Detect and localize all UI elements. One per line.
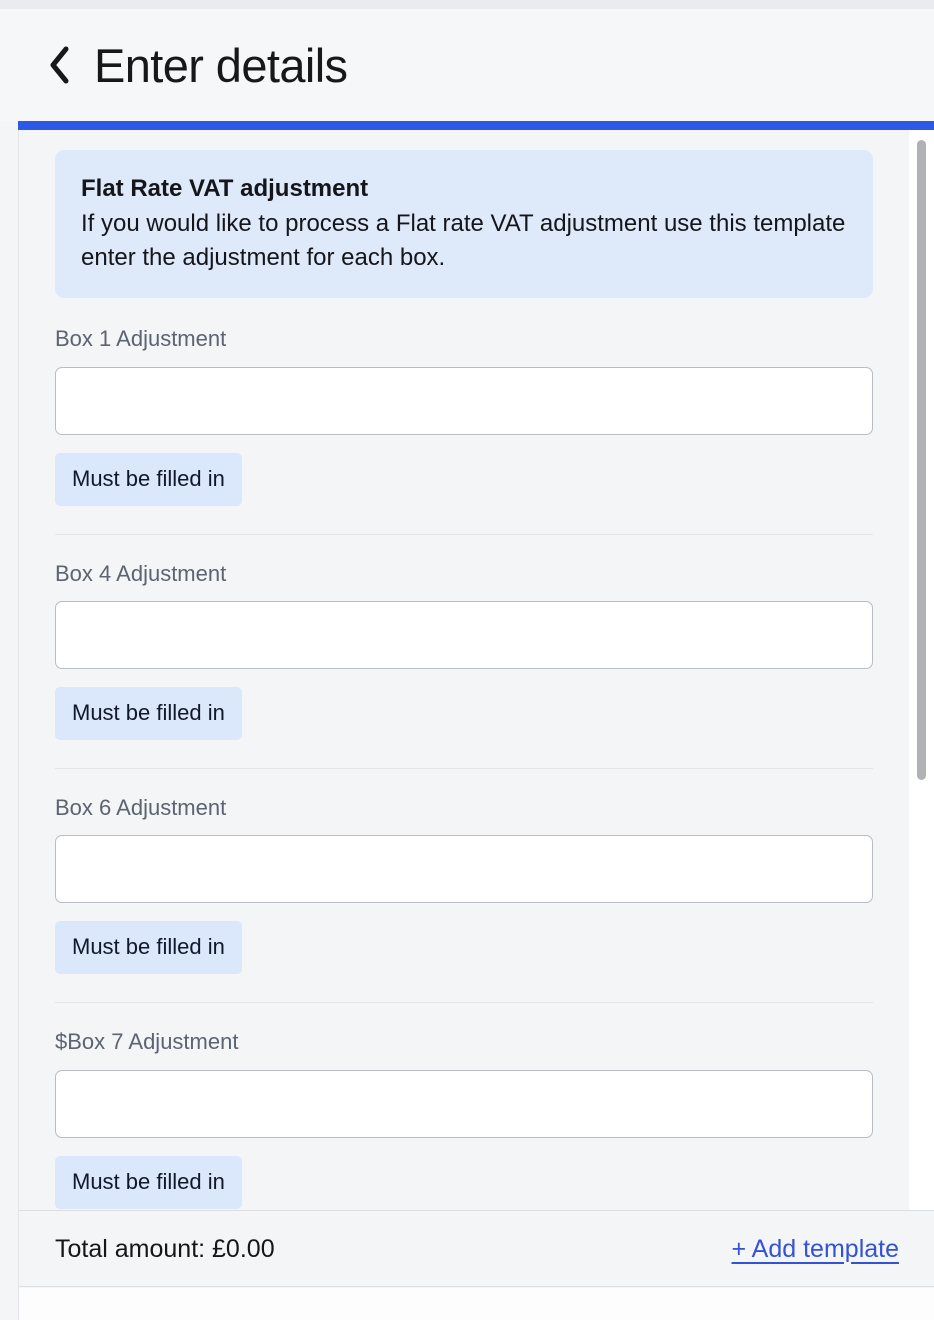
field-label: Box 6 Adjustment (55, 795, 227, 821)
field-error-message: Must be filled in (55, 687, 242, 741)
field-group: Box 6 Adjustment Must be filled in (55, 768, 873, 975)
chevron-left-icon[interactable] (44, 39, 74, 91)
field-group: Box 1 Adjustment Must be filled in (55, 326, 873, 506)
form-scroll-region[interactable]: Flat Rate VAT adjustment If you would li… (19, 130, 934, 1211)
info-banner: Flat Rate VAT adjustment If you would li… (55, 150, 873, 299)
app-root: Enter details Flat Rate VAT adjustment I… (0, 0, 934, 1320)
info-banner-title: Flat Rate VAT adjustment (81, 175, 369, 202)
box-1-adjustment-input[interactable] (55, 366, 873, 435)
field-error-message: Must be filled in (55, 1155, 242, 1209)
scrollbar-thumb[interactable] (917, 140, 926, 780)
total-amount-label: Total amount: £0.00 (55, 1234, 275, 1263)
info-banner-body: If you would like to process a Flat rate… (81, 210, 846, 271)
box-7-adjustment-input[interactable] (55, 1069, 873, 1138)
details-card: Flat Rate VAT adjustment If you would li… (18, 130, 934, 1320)
field-label: Box 4 Adjustment (55, 560, 227, 586)
field-label: Box 1 Adjustment (55, 326, 227, 352)
add-template-link[interactable]: + Add template (732, 1235, 899, 1264)
box-4-adjustment-input[interactable] (55, 601, 873, 670)
page-header: Enter details (0, 9, 934, 121)
progress-bar (18, 121, 934, 130)
bottom-strip (19, 1288, 934, 1320)
box-6-adjustment-input[interactable] (55, 835, 873, 904)
form-content: Flat Rate VAT adjustment If you would li… (19, 130, 909, 1209)
field-group: $Box 7 Adjustment Must be filled in (55, 1002, 873, 1209)
field-group: Box 4 Adjustment Must be filled in (55, 533, 873, 741)
field-label: $Box 7 Adjustment (55, 1029, 239, 1055)
page-title: Enter details (94, 38, 348, 92)
form-footer: Total amount: £0.00 + Add template (19, 1212, 934, 1287)
field-error-message: Must be filled in (55, 921, 242, 975)
top-strip (0, 0, 934, 9)
field-error-message: Must be filled in (55, 452, 242, 506)
